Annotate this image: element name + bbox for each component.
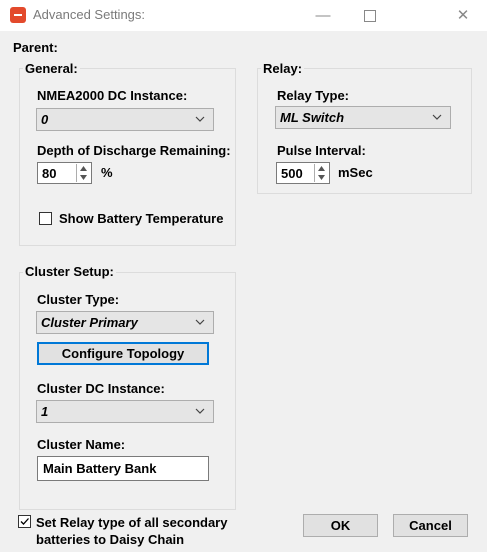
relay-type-label: Relay Type:	[277, 88, 350, 103]
daisy-chain-checkbox[interactable]	[18, 515, 31, 528]
nmea-instance-select[interactable]: 0	[36, 108, 214, 131]
ok-button[interactable]: OK	[303, 514, 378, 537]
chevron-down-icon	[195, 408, 205, 414]
nmea-instance-value: 0	[41, 112, 49, 127]
spin-down-icon[interactable]	[77, 173, 90, 182]
cluster-dc-instance-select[interactable]: 1	[36, 400, 214, 423]
cluster-type-label: Cluster Type:	[37, 292, 120, 307]
title-bar: Advanced Settings: — ✕	[0, 0, 487, 31]
cluster-type-value: Cluster Primary	[41, 315, 138, 330]
cluster-dc-instance-value: 1	[41, 404, 49, 419]
pulse-interval-spinner[interactable]: 500	[276, 162, 330, 184]
daisy-chain-label-line2: batteries to Daisy Chain	[36, 532, 185, 547]
relay-type-value: ML Switch	[280, 110, 345, 125]
show-temp-label: Show Battery Temperature	[59, 211, 224, 226]
parent-label: Parent:	[13, 40, 58, 55]
dod-value: 80	[42, 166, 57, 181]
minimize-button[interactable]: —	[300, 0, 346, 31]
cluster-name-input[interactable]	[38, 457, 208, 480]
window-title: Advanced Settings:	[33, 7, 146, 22]
configure-topology-button[interactable]: Configure Topology	[37, 342, 209, 365]
cluster-name-field[interactable]	[37, 456, 209, 481]
spin-up-icon[interactable]	[77, 164, 90, 173]
chevron-down-icon	[432, 114, 442, 120]
dod-label: Depth of Discharge Remaining:	[37, 143, 231, 158]
daisy-chain-label-line1: Set Relay type of all secondary	[36, 515, 228, 530]
show-temp-checkbox[interactable]	[39, 212, 52, 225]
daisy-chain-label: Set Relay type of all secondary batterie…	[36, 514, 227, 548]
relay-type-select[interactable]: ML Switch	[275, 106, 451, 129]
pulse-interval-unit: mSec	[338, 165, 373, 180]
maximize-button[interactable]	[347, 0, 393, 31]
pulse-interval-value: 500	[281, 166, 303, 181]
nmea-instance-label: NMEA2000 DC Instance:	[37, 88, 188, 103]
spin-up-icon[interactable]	[315, 164, 328, 173]
dod-unit: %	[101, 165, 113, 180]
pulse-interval-label: Pulse Interval:	[277, 143, 366, 158]
chevron-down-icon	[195, 116, 205, 122]
cluster-group-title: Cluster Setup:	[23, 264, 116, 279]
chevron-down-icon	[195, 319, 205, 325]
maximize-icon	[364, 10, 376, 23]
cluster-name-label: Cluster Name:	[37, 437, 126, 452]
cancel-button[interactable]: Cancel	[393, 514, 468, 537]
spin-down-icon[interactable]	[315, 173, 328, 182]
dod-spinner[interactable]: 80	[37, 162, 92, 184]
close-button[interactable]: ✕	[440, 0, 486, 31]
cluster-type-select[interactable]: Cluster Primary	[36, 311, 214, 334]
app-icon	[10, 7, 26, 23]
checkmark-icon	[20, 518, 29, 525]
general-group-title: General:	[23, 61, 80, 76]
relay-group-title: Relay:	[261, 61, 305, 76]
cluster-dc-instance-label: Cluster DC Instance:	[37, 381, 165, 396]
